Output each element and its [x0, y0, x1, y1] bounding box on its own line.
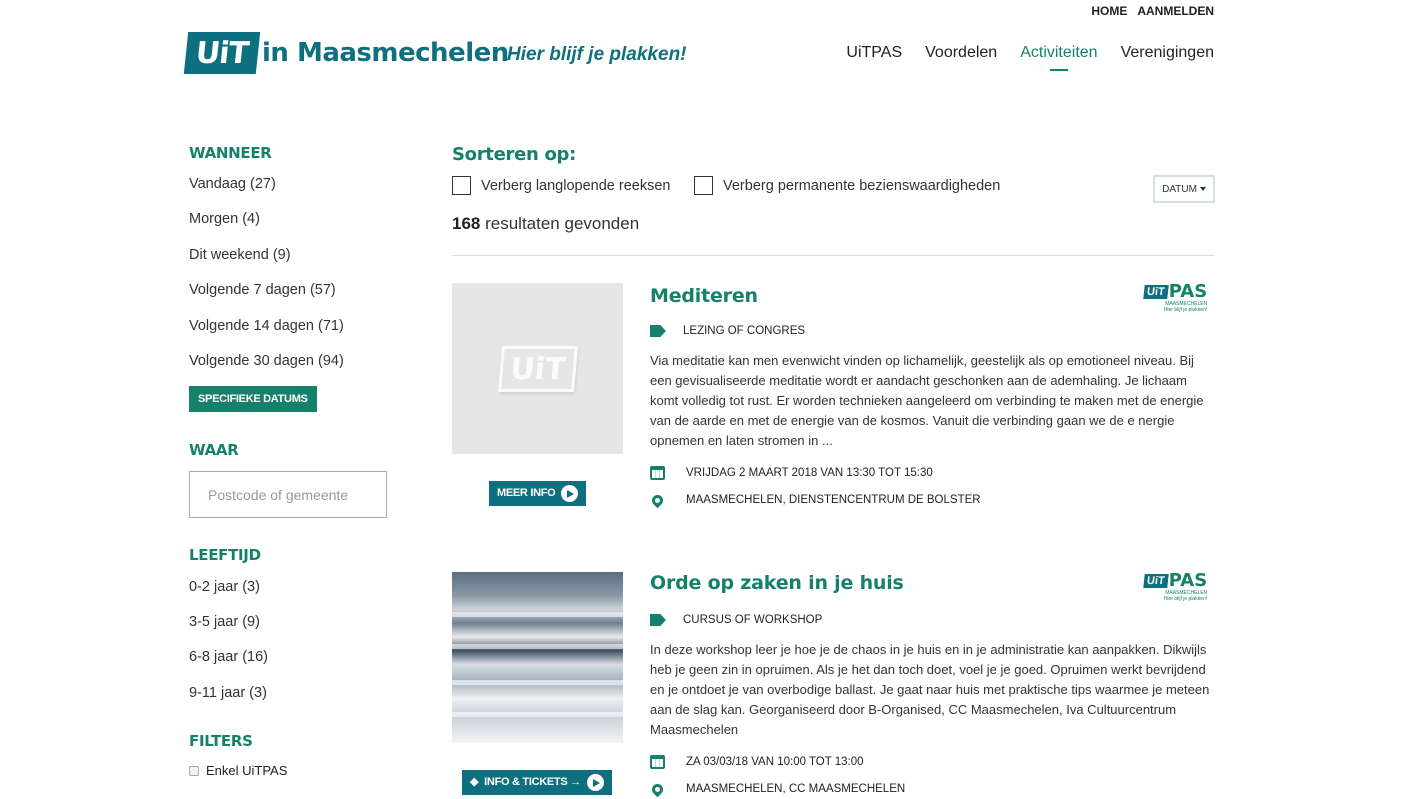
event-category: LEZING OF CONGRES	[650, 325, 805, 337]
event-date: ZA 03/03/18 VAN 10:00 TOT 13:00	[650, 755, 864, 769]
ticket-icon: ◆	[470, 776, 479, 788]
hide-permanent-sights-label: Verberg permanente bezienswaardigheden	[723, 177, 1001, 194]
event-description: In deze workshop leer je hoe je de chaos…	[650, 642, 1210, 737]
calendar-icon	[650, 466, 665, 480]
results-count: 168	[452, 214, 481, 233]
meer-info-label: MEER INFO	[497, 487, 556, 499]
filter-age-3-5[interactable]: 3-5 jaar (9)	[189, 614, 260, 630]
logo-mark: UiT	[183, 32, 261, 74]
login-link[interactable]: AANMELDEN	[1137, 4, 1214, 18]
site-logo[interactable]: UiT in Maasmechelen	[183, 32, 509, 74]
hide-permanent-sights-checkbox[interactable]	[694, 176, 713, 195]
event-description: Via meditatie kan men evenwicht vinden o…	[650, 353, 1204, 448]
event-category: CURSUS OF WORKSHOP	[650, 614, 822, 626]
event-image-papers[interactable]	[452, 572, 623, 743]
filters-heading: FILTERS	[189, 732, 253, 750]
event-date-label: ZA 03/03/18 VAN 10:00 TOT 13:00	[686, 756, 864, 768]
event-category-label: CURSUS OF WORKSHOP	[683, 614, 823, 626]
event-title[interactable]: Mediteren	[650, 285, 758, 307]
caret-down-icon	[1199, 187, 1206, 191]
hide-long-series-checkbox[interactable]	[452, 176, 471, 195]
sort-select[interactable]: DATUM	[1153, 175, 1215, 203]
uitpas-badge: UiT PAS MAASMECHELEN Hier blijf je plakk…	[1143, 572, 1207, 602]
enkel-uitpas-label: Enkel UiTPAS	[206, 763, 288, 778]
results-label: resultaten gevonden	[485, 214, 640, 233]
event-location: MAASMECHELEN, CC MAASMECHELEN	[649, 781, 906, 797]
map-pin-icon	[649, 492, 666, 508]
main-nav: UiTPAS Voordelen Activiteiten Vereniging…	[846, 44, 1214, 62]
map-pin-icon	[649, 781, 666, 797]
nav-uitpas[interactable]: UiTPAS	[846, 44, 902, 62]
tag-icon	[650, 614, 666, 626]
meer-info-button[interactable]: MEER INFO	[489, 481, 587, 506]
filter-volgende-7-dagen[interactable]: Volgende 7 dagen (57)	[189, 282, 336, 298]
leeftijd-heading: LEEFTIJD	[189, 546, 261, 564]
filter-vandaag[interactable]: Vandaag (27)	[189, 176, 276, 192]
event-image-placeholder[interactable]: UiT	[452, 283, 623, 454]
filter-volgende-30-dagen[interactable]: Volgende 30 dagen (94)	[189, 353, 344, 369]
uit-placeholder-logo: UiT	[497, 345, 578, 392]
filter-dit-weekend[interactable]: Dit weekend (9)	[189, 247, 291, 263]
event-category-label: LEZING OF CONGRES	[683, 325, 806, 337]
info-tickets-button[interactable]: ◆ INFO & TICKETS →	[462, 770, 612, 795]
enkel-uitpas-checkbox[interactable]	[189, 765, 199, 776]
nav-verenigingen[interactable]: Verenigingen	[1121, 44, 1214, 62]
filter-age-9-11[interactable]: 9-11 jaar (3)	[189, 685, 267, 701]
info-tickets-label: INFO & TICKETS →	[484, 776, 581, 788]
site-slogan: Hier blijf je plakken!	[507, 44, 687, 65]
event-location: MAASMECHELEN, DIENSTENCENTRUM DE BOLSTER	[649, 492, 981, 508]
play-icon	[586, 774, 604, 791]
hide-long-series[interactable]: Verberg langlopende reeksen	[452, 176, 670, 195]
home-link[interactable]: HOME	[1091, 4, 1127, 18]
hide-long-series-label: Verberg langlopende reeksen	[481, 177, 671, 194]
wanneer-heading: WANNEER	[189, 144, 272, 162]
event-location-label: MAASMECHELEN, DIENSTENCENTRUM DE BOLSTER	[686, 494, 981, 506]
event-title[interactable]: Orde op zaken in je huis	[650, 572, 904, 594]
nav-voordelen[interactable]: Voordelen	[925, 44, 997, 62]
event-date: VRIJDAG 2 MAART 2018 VAN 13:30 TOT 15:30	[650, 466, 933, 480]
play-icon	[561, 485, 579, 502]
sort-select-value: DATUM	[1162, 183, 1197, 195]
event-location-label: MAASMECHELEN, CC MAASMECHELEN	[686, 783, 906, 795]
sort-heading: Sorteren op:	[452, 144, 577, 165]
event-date-label: VRIJDAG 2 MAART 2018 VAN 13:30 TOT 15:30	[686, 467, 933, 479]
calendar-icon	[650, 755, 665, 769]
uitpas-badge: UiT PAS MAASMECHELEN Hier blijf je plakk…	[1143, 283, 1207, 313]
postcode-input[interactable]	[189, 471, 387, 518]
nav-activiteiten[interactable]: Activiteiten	[1020, 44, 1097, 62]
filter-age-0-2[interactable]: 0-2 jaar (3)	[189, 579, 260, 595]
specifieke-datums-button[interactable]: SPECIFIEKE DATUMS	[189, 386, 317, 412]
tag-icon	[650, 325, 666, 337]
filter-age-6-8[interactable]: 6-8 jaar (16)	[189, 649, 268, 665]
divider	[452, 255, 1215, 256]
results-summary: 168 resultaten gevonden	[452, 214, 639, 234]
top-links: HOME AANMELDEN	[1091, 4, 1214, 18]
filter-morgen[interactable]: Morgen (4)	[189, 211, 260, 227]
filter-enkel-uitpas[interactable]: Enkel UiTPAS	[189, 763, 287, 778]
hide-permanent-sights[interactable]: Verberg permanente bezienswaardigheden	[694, 176, 1000, 195]
waar-heading: WAAR	[189, 441, 239, 459]
filter-volgende-14-dagen[interactable]: Volgende 14 dagen (71)	[189, 318, 344, 334]
logo-text: in Maasmechelen	[262, 38, 509, 68]
